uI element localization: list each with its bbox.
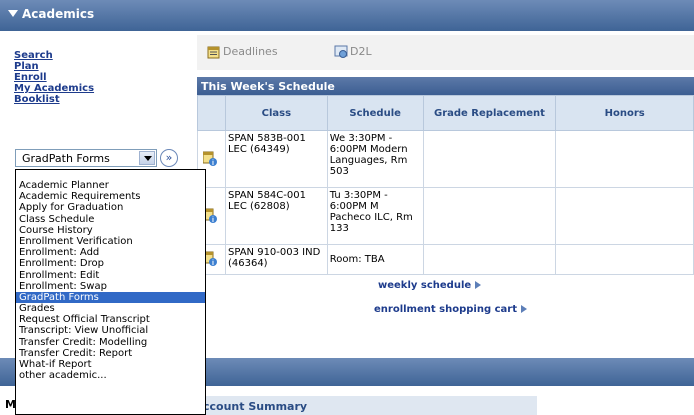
collapse-triangle-icon[interactable]	[8, 10, 18, 17]
cell-class: SPAN 584C-001 LEC (62808)	[224, 187, 328, 245]
cell-grade	[422, 187, 557, 245]
svg-text:i: i	[212, 160, 214, 166]
dropdown-item[interactable]: Academic Planner	[16, 180, 205, 191]
cell-grade	[422, 244, 557, 275]
academics-select[interactable]: GradPath Forms	[15, 149, 157, 167]
select-value: GradPath Forms	[22, 152, 110, 165]
dropdown-item[interactable]: Enrollment: Edit	[16, 270, 205, 281]
dropdown-item[interactable]: Academic Requirements	[16, 191, 205, 202]
tab-d2l[interactable]: D2L	[334, 45, 372, 59]
dropdown-item[interactable]: What-if Report	[16, 359, 205, 370]
table-row: i SPAN 584C-001 LEC (62808) Tu 3:30PM - …	[197, 187, 694, 245]
dropdown-item[interactable]: Enrollment: Drop	[16, 258, 205, 269]
table-row: i SPAN 583B-001 LEC (64349) We 3:30PM - …	[197, 130, 694, 188]
dropdown-item[interactable]: Enrollment: Swap	[16, 281, 205, 292]
tab-d2l-label: D2L	[350, 45, 372, 58]
cell-schedule: We 3:30PM - 6:00PM Modern Languages, Rm …	[326, 130, 424, 188]
dropdown-item[interactable]: Apply for Graduation	[16, 202, 205, 213]
weekly-schedule-link[interactable]: weekly schedule	[378, 280, 482, 291]
dropdown-item[interactable]: Request Official Transcript	[16, 314, 205, 325]
cell-honors	[555, 187, 694, 245]
account-summary-title: ccount Summary	[203, 400, 308, 413]
dropdown-item-selected[interactable]: GradPath Forms	[16, 291, 205, 304]
dropdown-item[interactable]: Enrollment: Add	[16, 247, 205, 258]
dropdown-item[interactable]: Transcript: View Unofficial	[16, 325, 205, 336]
dropdown-item[interactable]: Grades	[16, 303, 205, 314]
d2l-icon	[334, 45, 348, 58]
link-enroll[interactable]: Enroll	[14, 72, 94, 83]
link-booklist[interactable]: Booklist	[14, 94, 94, 105]
schedule-table: Class Schedule Grade Replacement Honors …	[197, 95, 694, 275]
cell-schedule: Room: TBA	[326, 244, 424, 275]
shopping-cart-link[interactable]: enrollment shopping cart	[374, 304, 527, 315]
tabs-bar: Deadlines D2L	[197, 35, 694, 70]
column-header-grade: Grade Replacement	[422, 95, 557, 131]
link-plan[interactable]: Plan	[14, 61, 94, 72]
tab-deadlines-label: Deadlines	[223, 45, 278, 58]
link-my-academics[interactable]: My Academics	[14, 83, 94, 94]
go-button[interactable]: »	[160, 149, 178, 167]
cell-honors	[555, 244, 694, 275]
dropdown-item[interactable]: other academic...	[16, 370, 205, 381]
arrow-right-icon	[475, 281, 482, 289]
schedule-header: This Week's Schedule	[197, 77, 694, 95]
dropdown-list[interactable]: Academic Planner Academic Requirements A…	[15, 169, 206, 415]
cell-class: SPAN 910-003 IND (46364)	[224, 244, 328, 275]
header-icon-col	[197, 95, 226, 131]
cell-schedule: Tu 3:30PM - 6:00PM M Pacheco ILC, Rm 133	[326, 187, 424, 245]
table-row: i SPAN 910-003 IND (46364) Room: TBA	[197, 244, 694, 275]
svg-text:i: i	[212, 217, 214, 223]
dropdown-item[interactable]: Enrollment Verification	[16, 236, 205, 247]
cell-grade	[422, 130, 557, 188]
column-header-schedule: Schedule	[326, 95, 424, 131]
column-header-class: Class	[224, 95, 328, 131]
chevron-down-icon[interactable]	[139, 151, 155, 165]
nav-links: Search Plan Enroll My Academics Booklist	[14, 50, 94, 105]
table-header-row: Class Schedule Grade Replacement Honors	[197, 95, 694, 131]
dropdown-item[interactable]: Transfer Credit: Report	[16, 348, 205, 359]
calendar-icon	[207, 46, 220, 59]
schedule-title: This Week's Schedule	[201, 80, 335, 93]
weekly-schedule-label: weekly schedule	[378, 280, 472, 291]
cell-honors	[555, 130, 694, 188]
academics-header[interactable]: Academics	[0, 0, 694, 31]
link-search[interactable]: Search	[14, 50, 94, 61]
header-title: Academics	[22, 7, 95, 21]
dropdown-item[interactable]: Course History	[16, 225, 205, 236]
dropdown-item[interactable]: Class Schedule	[16, 214, 205, 225]
shopping-cart-label: enrollment shopping cart	[374, 304, 517, 315]
arrow-right-icon	[520, 305, 527, 313]
cell-class: SPAN 583B-001 LEC (64349)	[224, 130, 328, 188]
dropdown-item[interactable]: Transfer Credit: Modelling	[16, 337, 205, 348]
tab-deadlines[interactable]: Deadlines	[207, 45, 278, 59]
svg-text:i: i	[212, 260, 214, 266]
account-summary-header[interactable]: ccount Summary	[197, 396, 537, 415]
column-header-honors: Honors	[555, 95, 694, 131]
